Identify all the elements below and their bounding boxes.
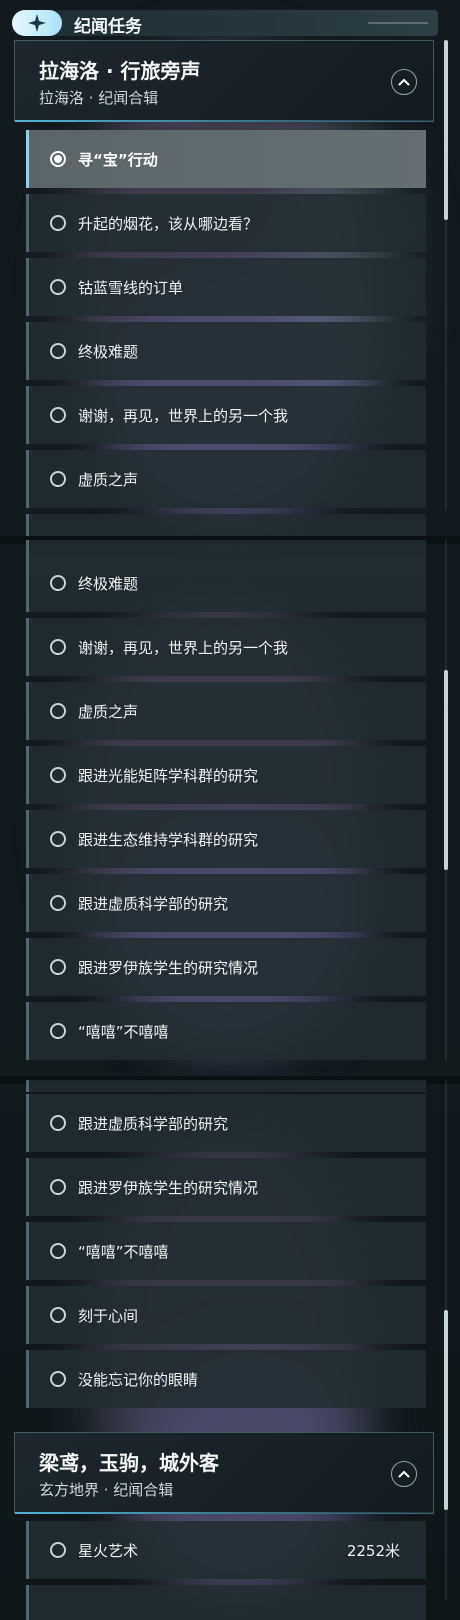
chevron-up-icon[interactable]: [391, 1461, 417, 1487]
quest-label: 没能忘记你的眼睛: [78, 1370, 199, 1389]
quest-item[interactable]: 跟进罗伊族学生的研究情况: [26, 1158, 426, 1216]
radio-circle-icon: [50, 1023, 66, 1039]
quest-item[interactable]: 谢谢，再见，世界上的另一个我: [26, 386, 426, 444]
quest-list-panel-2: 终极难题 谢谢，再见，世界上的另一个我 虚质之声 跟进光能矩阵学科群的研究 跟进…: [0, 540, 460, 1080]
scrollbar-thumb[interactable]: [444, 670, 448, 870]
quest-label: 刻于心间: [78, 1306, 139, 1325]
quest-category-bar: 纪闻任务: [12, 10, 438, 37]
group-subtitle: 拉海洛 · 纪闻合辑: [39, 89, 159, 107]
quest-category-title: 纪闻任务: [74, 17, 142, 37]
quest-item[interactable]: 终极难题: [26, 554, 426, 612]
quest-item[interactable]: “嘻嘻”不嘻嘻: [26, 1222, 426, 1280]
quest-group-header[interactable]: 梁鸢，玉驹，城外客 玄方地界 · 纪闻合辑: [14, 1432, 434, 1514]
header-decoration: [368, 22, 428, 24]
quest-label: 钴蓝雪线的订单: [78, 278, 184, 297]
scrollbar-thumb[interactable]: [444, 40, 448, 220]
quest-label: 谢谢，再见，世界上的另一个我: [78, 638, 289, 657]
radio-circle-icon: [50, 703, 66, 719]
quest-item-partial[interactable]: [26, 1585, 426, 1620]
sparkle-star-icon: [12, 10, 62, 36]
radio-circle-icon: [50, 279, 66, 295]
quest-item[interactable]: 星火艺术 2252米: [26, 1521, 426, 1579]
quest-list-panel-3: 跟进虚质科学部的研究 跟进罗伊族学生的研究情况 “嘻嘻”不嘻嘻 刻于心间 没能忘…: [0, 1080, 460, 1620]
quest-label: 终极难题: [78, 342, 139, 361]
quest-item[interactable]: 虚质之声: [26, 682, 426, 740]
radio-circle-icon: [50, 1542, 66, 1558]
quest-label: 跟进罗伊族学生的研究情况: [78, 958, 259, 977]
quest-item[interactable]: 谢谢，再见，世界上的另一个我: [26, 618, 426, 676]
quest-label: 跟进虚质科学部的研究: [78, 1114, 229, 1133]
quest-item[interactable]: “嘻嘻”不嘻嘻: [26, 1002, 426, 1060]
quest-label: 终极难题: [78, 574, 139, 593]
quest-item[interactable]: 终极难题: [26, 322, 426, 380]
radio-circle-icon: [50, 959, 66, 975]
quest-distance: 2252米: [346, 1541, 400, 1560]
quest-label: 虚质之声: [78, 470, 139, 489]
quest-label: 寻“宝”行动: [78, 150, 158, 169]
quest-label: 跟进生态维持学科群的研究: [78, 830, 259, 849]
radio-circle-icon: [50, 895, 66, 911]
quest-label: “嘻嘻”不嘻嘻: [78, 1022, 169, 1041]
quest-item[interactable]: 跟进虚质科学部的研究: [26, 1094, 426, 1152]
quest-item[interactable]: 钴蓝雪线的订单: [26, 258, 426, 316]
quest-label: 跟进罗伊族学生的研究情况: [78, 1178, 259, 1197]
quest-label: 星火艺术: [78, 1541, 139, 1560]
group-title: 梁鸢，玉驹，城外客: [39, 1451, 219, 1475]
quest-item-partial[interactable]: [26, 1080, 426, 1092]
quest-item[interactable]: 跟进虚质科学部的研究: [26, 874, 426, 932]
scrollbar-thumb[interactable]: [444, 1310, 448, 1510]
radio-circle-icon: [50, 343, 66, 359]
radio-circle-icon: [50, 1115, 66, 1131]
chevron-up-icon[interactable]: [391, 69, 417, 95]
radio-circle-icon: [50, 575, 66, 591]
quest-item[interactable]: 刻于心间: [26, 1286, 426, 1344]
radio-circle-icon: [50, 831, 66, 847]
quest-label: 升起的烟花，该从哪边看？: [78, 214, 259, 233]
quest-item[interactable]: 升起的烟花，该从哪边看？: [26, 194, 426, 252]
quest-item[interactable]: 跟进生态维持学科群的研究: [26, 810, 426, 868]
quest-group-header[interactable]: 拉海洛 · 行旅旁声 拉海洛 · 纪闻合辑: [14, 40, 434, 122]
radio-circle-icon: [50, 215, 66, 231]
radio-circle-icon: [50, 639, 66, 655]
radio-circle-icon: [50, 1307, 66, 1323]
quest-list-panel-1: 纪闻任务 拉海洛 · 行旅旁声 拉海洛 · 纪闻合辑 寻“宝”行动 升起的烟花，…: [0, 0, 460, 540]
radio-selected-icon: [50, 151, 66, 167]
quest-item[interactable]: 寻“宝”行动: [26, 130, 426, 188]
group-title: 拉海洛 · 行旅旁声: [39, 59, 201, 83]
quest-label: 谢谢，再见，世界上的另一个我: [78, 406, 289, 425]
quest-item[interactable]: 跟进光能矩阵学科群的研究: [26, 746, 426, 804]
quest-label: 跟进虚质科学部的研究: [78, 894, 229, 913]
radio-circle-icon: [50, 1371, 66, 1387]
quest-item[interactable]: 虚质之声: [26, 450, 426, 508]
quest-label: 跟进光能矩阵学科群的研究: [78, 766, 259, 785]
quest-item[interactable]: 没能忘记你的眼睛: [26, 1350, 426, 1408]
quest-label: “嘻嘻”不嘻嘻: [78, 1242, 169, 1261]
radio-circle-icon: [50, 1243, 66, 1259]
group-subtitle: 玄方地界 · 纪闻合辑: [39, 1481, 174, 1499]
quest-item[interactable]: 跟进罗伊族学生的研究情况: [26, 938, 426, 996]
radio-circle-icon: [50, 471, 66, 487]
radio-circle-icon: [50, 767, 66, 783]
radio-circle-icon: [50, 407, 66, 423]
quest-label: 虚质之声: [78, 702, 139, 721]
radio-circle-icon: [50, 1179, 66, 1195]
